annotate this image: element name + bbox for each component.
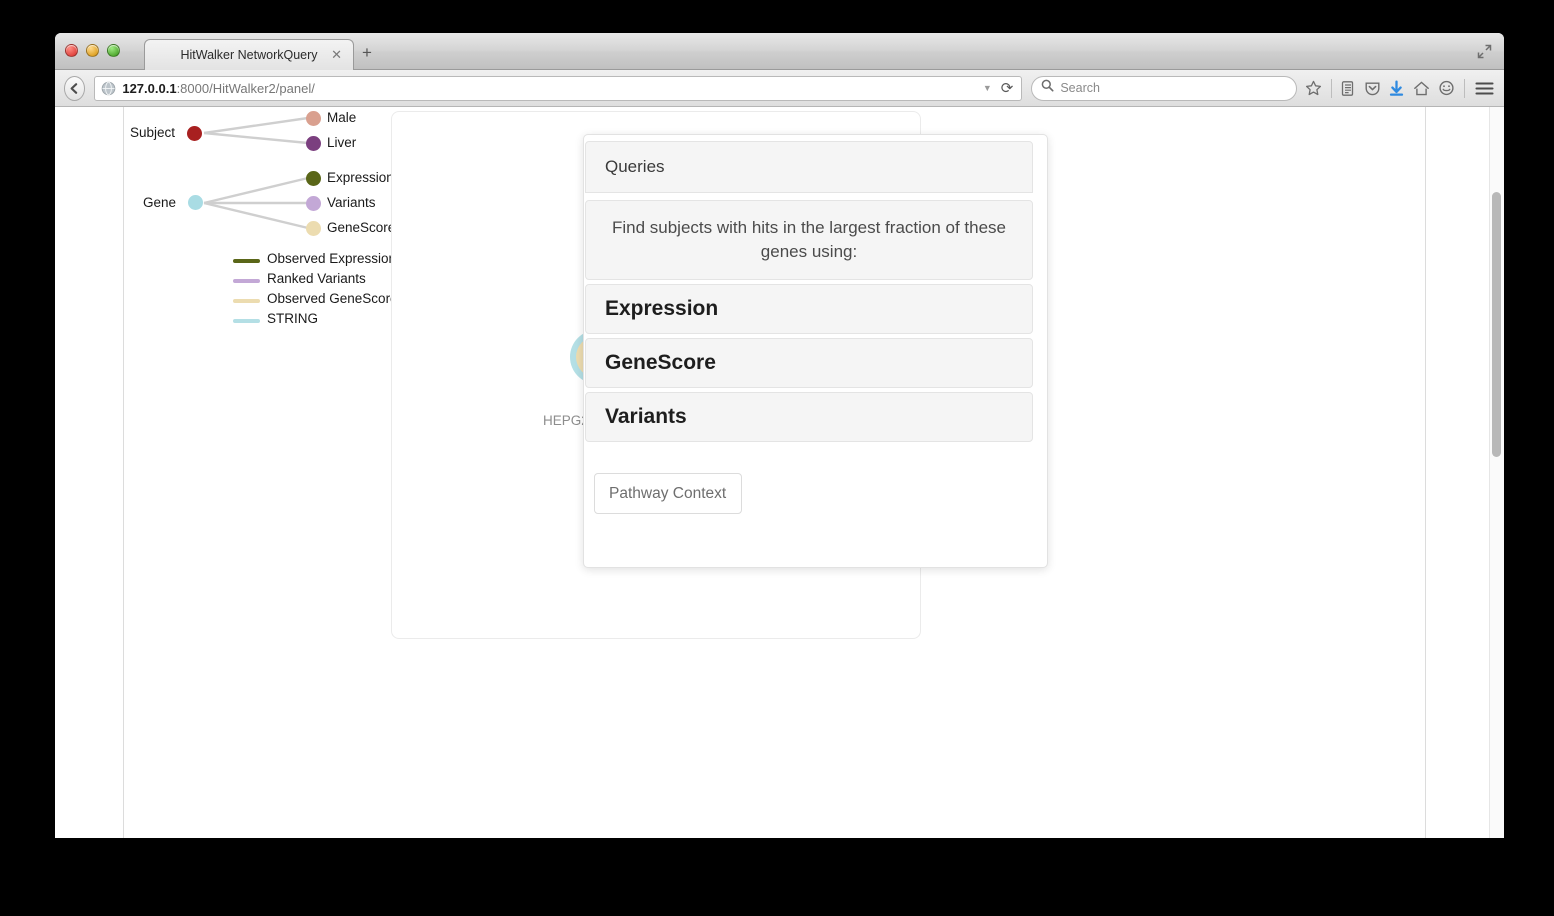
url-text: 127.0.0.1:8000/HitWalker2/panel/	[122, 80, 315, 96]
legend-line-string	[233, 319, 260, 323]
browser-window: HitWalker NetworkQuery ✕ + 127.0.0.1:800…	[55, 33, 1504, 838]
bookmark-star-icon[interactable]	[1304, 78, 1322, 99]
legend-label-observed-genescore: Observed GeneScore	[267, 291, 398, 306]
downloads-arrow-icon[interactable]	[1388, 78, 1406, 99]
legend-line-observed-genescore	[233, 299, 260, 303]
reader-list-icon[interactable]	[1339, 78, 1357, 99]
url-bar[interactable]: 127.0.0.1:8000/HitWalker2/panel/ ▼ ⟳	[94, 75, 1023, 101]
search-box[interactable]	[1031, 75, 1298, 101]
legend-label-male: Male	[327, 110, 357, 125]
queries-description: Find subjects with hits in the largest f…	[585, 200, 1033, 280]
legend-dot-expression-hit	[306, 171, 321, 186]
left-divider-rule	[123, 107, 124, 838]
legend-dot-genescore-hit	[306, 221, 321, 236]
legend-label-variants: Variants	[327, 195, 376, 210]
legend-line-observed-expression	[233, 259, 260, 263]
legend-line-ranked-variants	[233, 279, 260, 283]
close-window-button[interactable]	[65, 44, 78, 57]
queries-panel-inner: Queries Find subjects with hits in the l…	[584, 135, 1034, 569]
page-scrollbar-thumb[interactable]	[1492, 192, 1501, 457]
query-button-variants[interactable]: Variants	[585, 392, 1033, 442]
back-button[interactable]	[64, 75, 86, 101]
browser-tab[interactable]: HitWalker NetworkQuery ✕	[144, 39, 354, 70]
pathway-context-button[interactable]: Pathway Context	[594, 473, 742, 514]
search-icon	[1041, 79, 1054, 97]
legend-label-ranked-variants: Ranked Variants	[267, 271, 366, 286]
url-dropdown-icon[interactable]: ▼	[983, 83, 992, 93]
toolbar-divider-2	[1464, 78, 1465, 98]
legend-label-observed-expression: Observed Expression	[267, 251, 397, 266]
window-controls	[65, 44, 120, 57]
page-content: Subject Male Liver Gene Expression Hit V…	[55, 107, 1504, 838]
legend-dot-male	[306, 111, 321, 126]
reload-icon[interactable]: ⟳	[1001, 79, 1014, 97]
tab-title: HitWalker NetworkQuery	[180, 48, 318, 62]
new-tab-icon[interactable]: +	[362, 44, 372, 61]
globe-icon	[101, 81, 116, 96]
hamburger-menu-icon[interactable]	[1475, 78, 1494, 99]
legend-root-gene: Gene	[143, 195, 177, 210]
pocket-icon[interactable]	[1364, 78, 1382, 99]
legend-dot-gene	[188, 195, 203, 210]
legend-dot-liver	[306, 136, 321, 151]
query-button-expression[interactable]: Expression	[585, 284, 1033, 334]
legend-edges-subject	[203, 116, 309, 145]
queries-panel-title: Queries	[585, 141, 1033, 193]
legend-label-string: STRING	[267, 311, 319, 326]
legend-edges-gene	[203, 176, 309, 230]
legend-dot-variants	[306, 196, 321, 211]
minimize-window-button[interactable]	[86, 44, 99, 57]
search-input[interactable]	[1060, 81, 1288, 95]
toolbar-divider	[1331, 78, 1332, 98]
home-icon[interactable]	[1413, 78, 1431, 99]
fullscreen-icon[interactable]	[1477, 44, 1492, 59]
maximize-window-button[interactable]	[107, 44, 120, 57]
legend-root-subject: Subject	[130, 125, 176, 140]
right-divider-rule	[1425, 107, 1426, 838]
legend-dot-subject	[187, 126, 202, 141]
queries-panel: Queries Find subjects with hits in the l…	[583, 134, 1048, 568]
query-button-genescore[interactable]: GeneScore	[585, 338, 1033, 388]
page-scrollbar-track[interactable]	[1489, 107, 1504, 838]
close-tab-icon[interactable]: ✕	[331, 48, 342, 61]
window-titlebar: HitWalker NetworkQuery ✕ +	[55, 33, 1504, 70]
browser-navbar: 127.0.0.1:8000/HitWalker2/panel/ ▼ ⟳	[55, 70, 1504, 107]
legend-label-liver: Liver	[327, 135, 357, 150]
chat-bubble-icon[interactable]	[1437, 78, 1455, 99]
